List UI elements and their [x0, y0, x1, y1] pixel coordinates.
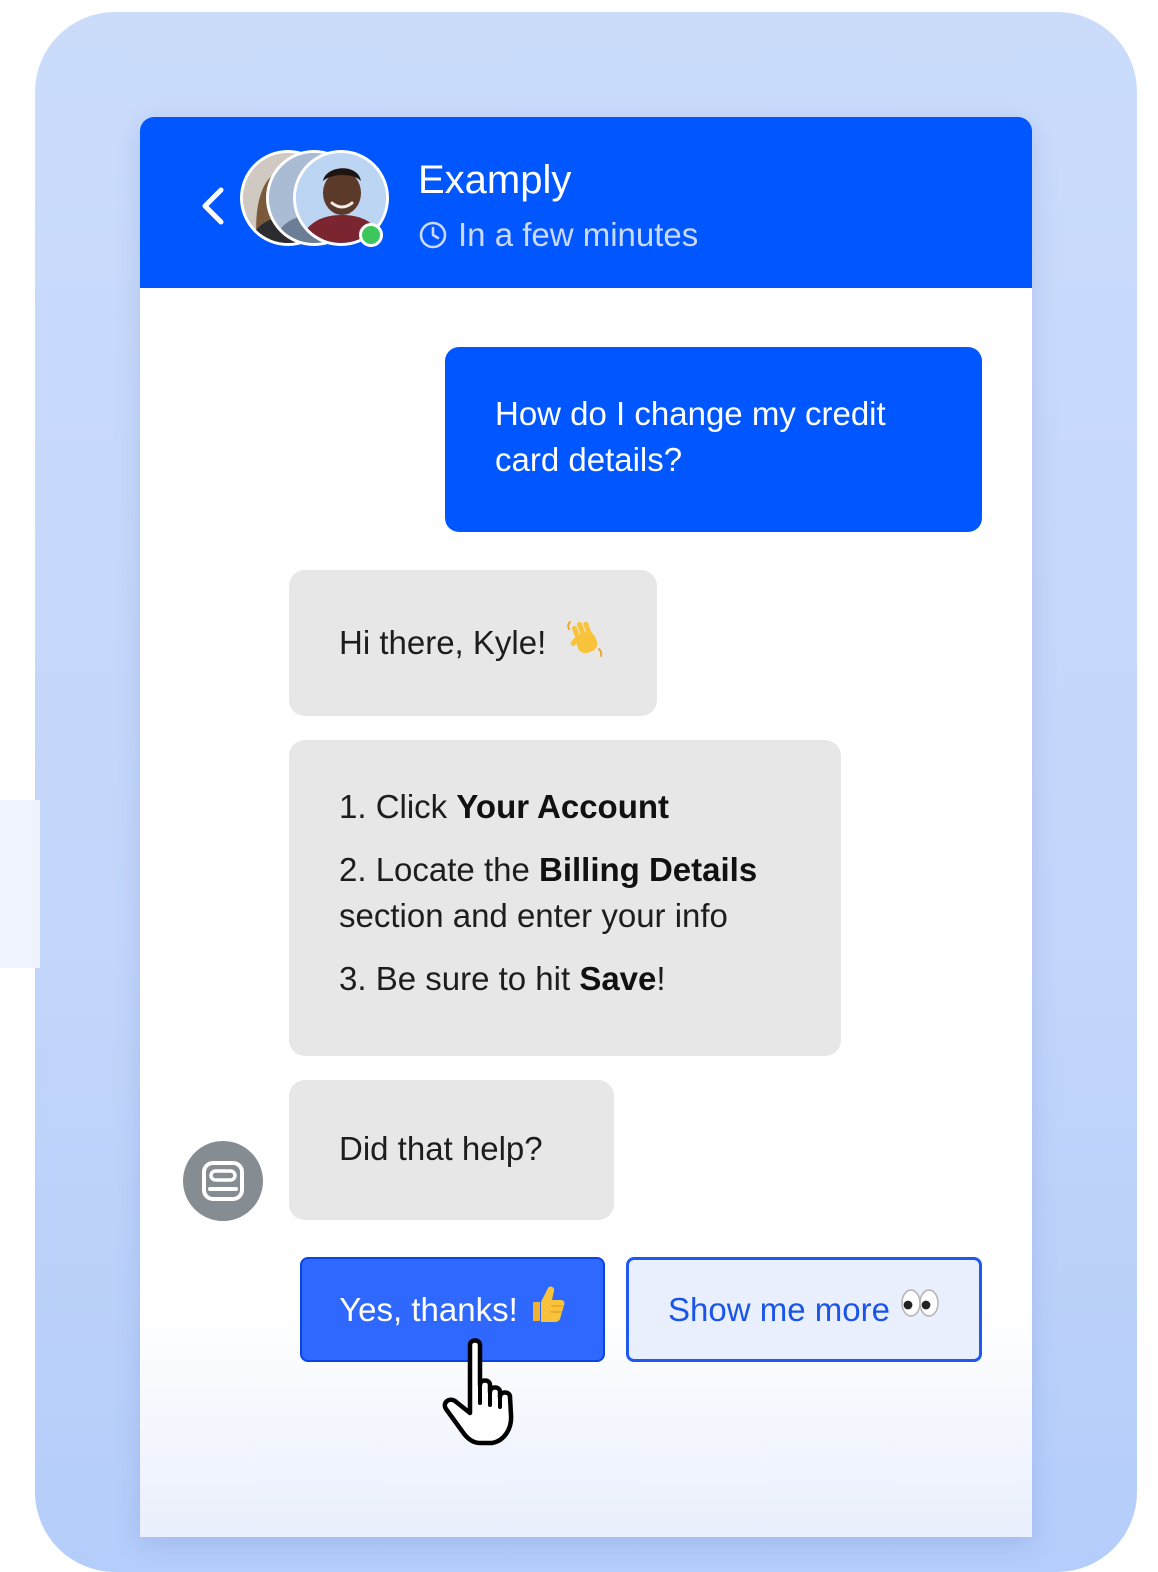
chat-header: Examply In a few minutes — [140, 117, 1032, 288]
eyes-emoji — [901, 1288, 939, 1317]
follow-up-text: Did that help? — [339, 1130, 543, 1167]
side-decoration — [0, 800, 40, 968]
greeting-text: Hi there, Kyle! — [339, 624, 547, 661]
bot-message-follow-up: Did that help? — [289, 1080, 614, 1220]
bot-message-greeting: Hi there, Kyle! — [289, 570, 657, 716]
reply-time-text: In a few minutes — [458, 216, 699, 253]
hand-pointer-cursor-icon — [442, 1338, 514, 1446]
chat-window: Examply In a few minutes How do I change… — [140, 117, 1032, 1537]
back-button[interactable] — [192, 183, 232, 229]
clock-icon — [419, 221, 447, 249]
user-message-bubble: How do I change my credit card details? — [445, 347, 982, 532]
step-1: 1. Click Your Account — [339, 788, 670, 825]
step-3: 3. Be sure to hit Save! — [339, 960, 666, 997]
reply-time-row: In a few minutes — [418, 213, 698, 257]
step-2: 2. Locate the Billing Details section an… — [339, 851, 758, 934]
team-name: Examply — [418, 158, 572, 202]
online-status-dot — [359, 223, 383, 247]
user-message-text: How do I change my credit card details? — [495, 395, 886, 478]
thumbs-up-emoji — [532, 1286, 565, 1322]
back-chevron-icon — [202, 187, 224, 225]
show-me-more-label: Show me more — [668, 1290, 890, 1328]
bot-avatar — [183, 1141, 263, 1221]
bot-icon — [202, 1161, 244, 1201]
bot-message-steps: 1. Click Your Account 2. Locate the Bill… — [289, 740, 841, 1056]
show-me-more-button[interactable]: Show me more — [626, 1257, 982, 1362]
waving-hand-emoji — [567, 621, 603, 658]
yes-thanks-label: Yes, thanks! — [339, 1290, 518, 1328]
